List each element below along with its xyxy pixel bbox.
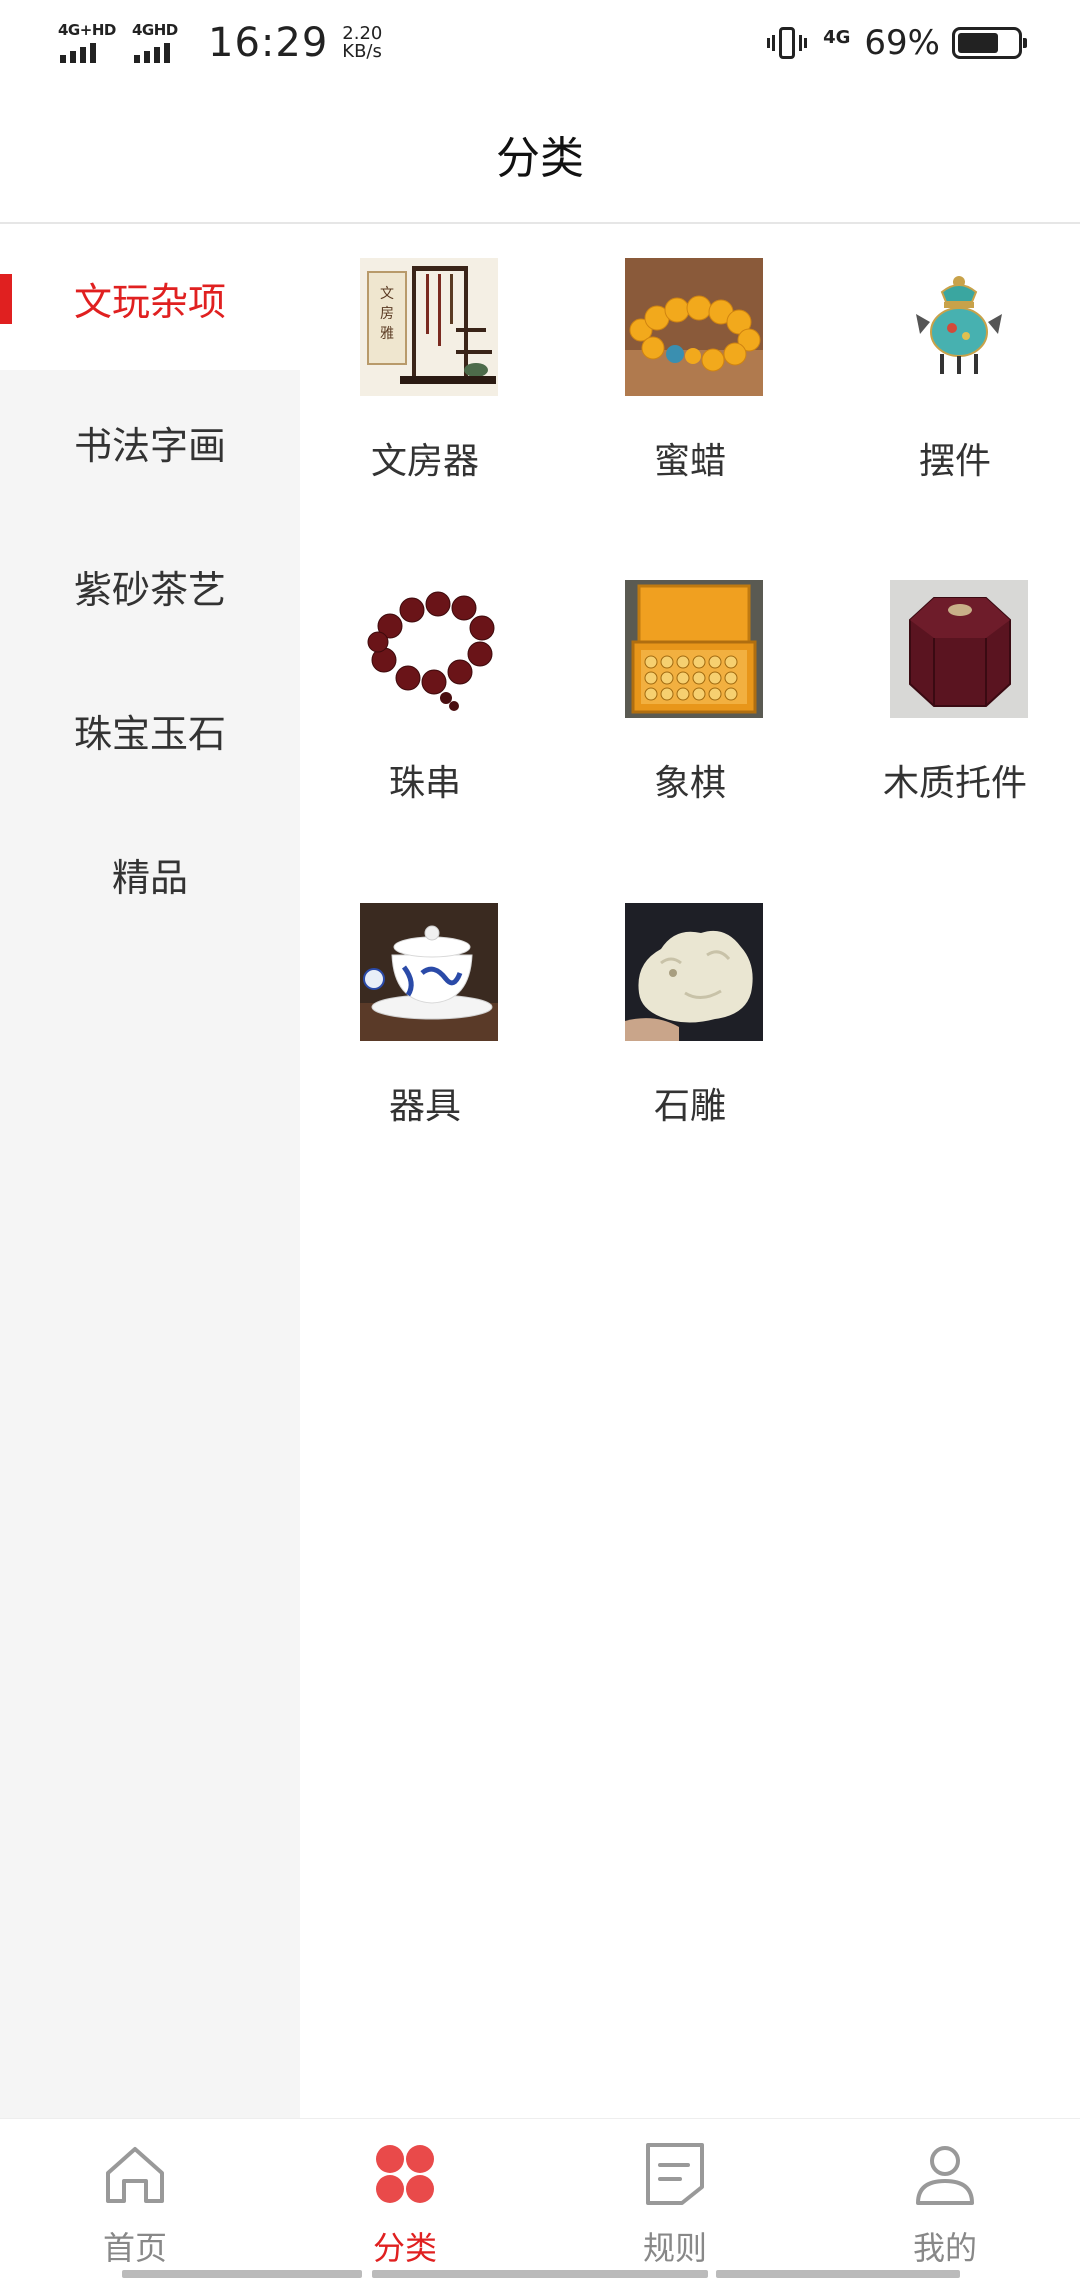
speed-unit: KB/s xyxy=(342,41,382,62)
bead-bracelet-image xyxy=(360,580,498,718)
signal-sim2-icon: 4GHD xyxy=(132,21,192,65)
grid-item-beads[interactable]: 珠串 xyxy=(305,548,545,848)
header: 分类 xyxy=(0,84,1080,224)
sidebar-item-wenwan[interactable]: 文玩杂项 xyxy=(0,226,300,370)
grid-item-stone-carving[interactable]: 石雕 xyxy=(570,871,810,1171)
teacup-image xyxy=(360,903,498,1041)
grid-item-label: 蜜蜡 xyxy=(653,441,726,482)
grid-item-label: 珠串 xyxy=(388,763,461,804)
svg-text:文: 文 xyxy=(380,286,394,302)
jade-carving-image xyxy=(625,903,763,1041)
grid-item-label: 石雕 xyxy=(653,1086,726,1127)
grid-item-chess[interactable]: 象棋 xyxy=(570,548,810,848)
profile-icon xyxy=(916,2146,974,2205)
category-sidebar: 文玩杂项 书法字画 紫砂茶艺 珠宝玉石 精品 xyxy=(0,226,300,2118)
grid-item-label: 文房器 xyxy=(370,441,479,482)
sidebar-item-label: 文玩杂项 xyxy=(73,279,226,324)
grid-item-amber[interactable]: 蜜蜡 xyxy=(570,226,810,526)
sim2-label: 4GHD xyxy=(132,21,178,39)
grid-item-label: 摆件 xyxy=(918,441,991,482)
amber-bracelet-image xyxy=(625,258,763,396)
wooden-box-image xyxy=(890,580,1028,718)
svg-text:雅: 雅 xyxy=(380,326,394,342)
clock: 16:29 xyxy=(208,20,329,66)
grid-item-label: 象棋 xyxy=(653,763,726,804)
sidebar-item-label: 紫砂茶艺 xyxy=(73,567,226,612)
rules-icon xyxy=(646,2143,704,2205)
nav-label: 我的 xyxy=(912,2229,977,2267)
grid-item-wenfang[interactable]: 文 房 雅 文房器 xyxy=(305,226,545,526)
sim1-label: 4G+HD xyxy=(58,21,116,39)
signal-sim1-icon: 4G+HD xyxy=(58,21,118,65)
vibrate-icon xyxy=(767,23,808,63)
sidebar-item-label: 精品 xyxy=(111,855,188,900)
battery-percent: 69% xyxy=(864,23,940,63)
sidebar-item-premium[interactable]: 精品 xyxy=(0,802,300,946)
nav-label: 规则 xyxy=(642,2229,707,2267)
sidebar-item-label: 珠宝玉石 xyxy=(73,711,226,756)
status-bar: 4G+HD 4GHD 16:29 2.20 KB/s 4G 69% xyxy=(0,0,1080,84)
sidebar-item-calligraphy[interactable]: 书法字画 xyxy=(0,370,300,514)
nav-profile[interactable]: 我的 xyxy=(810,2119,1080,2269)
gesture-bar xyxy=(716,2270,960,2278)
network-speed: 2.20 KB/s xyxy=(342,25,382,61)
battery-icon xyxy=(952,27,1027,59)
chess-set-image xyxy=(625,580,763,718)
category-icon xyxy=(376,2145,434,2203)
bottom-nav: 首页 分类 规则 我的 xyxy=(0,2118,1080,2280)
grid-item-ornament[interactable]: 摆件 xyxy=(835,226,1075,526)
page-title: 分类 xyxy=(496,133,584,184)
grid-item-label: 器具 xyxy=(388,1086,461,1127)
sidebar-item-label: 书法字画 xyxy=(73,423,226,468)
nav-category[interactable]: 分类 xyxy=(270,2119,540,2269)
brush-rack-image: 文 房 雅 xyxy=(360,258,498,396)
grid-item-wooden-stand[interactable]: 木质托件 xyxy=(835,548,1075,848)
nav-rules[interactable]: 规则 xyxy=(540,2119,810,2269)
sidebar-item-teaware[interactable]: 紫砂茶艺 xyxy=(0,514,300,658)
svg-text:房: 房 xyxy=(380,306,394,322)
grid-item-utensils[interactable]: 器具 xyxy=(305,871,545,1171)
gesture-bar xyxy=(372,2270,708,2278)
gesture-bar xyxy=(122,2270,362,2278)
cloisonne-censer-image xyxy=(890,258,1028,396)
grid-item-label: 木质托件 xyxy=(882,763,1027,804)
home-icon xyxy=(106,2147,164,2203)
nav-label: 分类 xyxy=(372,2229,437,2267)
nav-label: 首页 xyxy=(102,2229,167,2267)
battery-fill xyxy=(958,33,999,53)
data-network-icon: 4G xyxy=(823,26,851,48)
nav-home[interactable]: 首页 xyxy=(0,2119,270,2269)
sidebar-item-jewelry[interactable]: 珠宝玉石 xyxy=(0,658,300,802)
